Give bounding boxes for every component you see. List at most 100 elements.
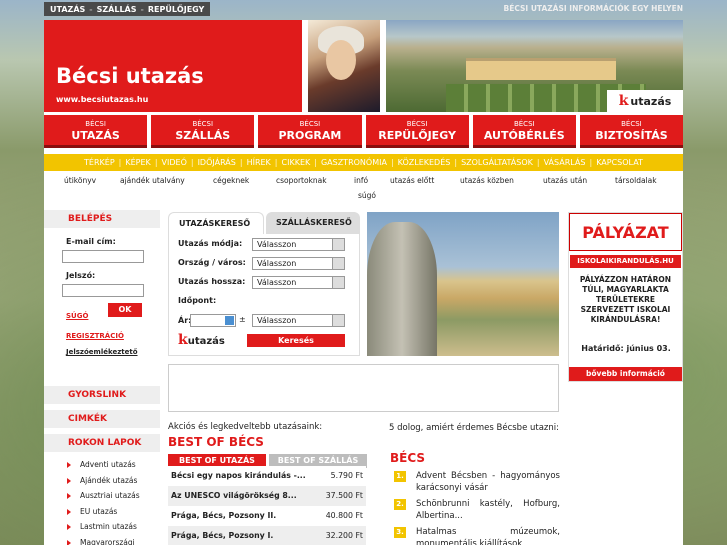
subnav-tarsoldalak[interactable]: társoldalak bbox=[615, 176, 657, 185]
site-logo[interactable]: Bécsi utazás www.becsiutazas.hu bbox=[44, 20, 302, 112]
list-item[interactable]: Adventi utazás bbox=[44, 457, 160, 473]
list-item[interactable]: Magyarországi utazás bbox=[44, 535, 160, 545]
cimkek-heading[interactable]: CIMKÉK bbox=[44, 410, 160, 428]
catnav-cikkek[interactable]: CIKKEK bbox=[278, 158, 315, 167]
email-label: E-mail cím: bbox=[66, 237, 116, 246]
catnav-szolgaltatasok[interactable]: SZOLGÁLTATÁSOK bbox=[457, 158, 537, 167]
list-item[interactable]: Ajándék utazás bbox=[44, 473, 160, 489]
mainnav-utazas[interactable]: BÉCSI UTAZÁS bbox=[44, 115, 148, 148]
register-link[interactable]: REGISZTRÁCIÓ bbox=[66, 332, 124, 340]
table-row[interactable]: Az UNESCO világörökség 8... 37.500 Ft bbox=[168, 486, 366, 506]
catnav-hirek[interactable]: HÍREK bbox=[243, 158, 275, 167]
login-box: E-mail cím: Jelszó: SÚGÓ OK REGISZTRÁCIÓ… bbox=[44, 228, 160, 380]
subnav-utazas-kozben[interactable]: utazás közben bbox=[460, 176, 514, 185]
left-sidebar: BELÉPÉS E-mail cím: Jelszó: SÚGÓ OK REGI… bbox=[44, 210, 160, 380]
list-item[interactable]: 1. Advent Bécsben - hagyományos karácsony… bbox=[380, 470, 560, 496]
table-row[interactable]: Bécsi egy napos kirándulás -... 5.790 Ft bbox=[168, 466, 366, 486]
topnav-sep: - bbox=[140, 4, 144, 14]
mainnav-label: PROGRAM bbox=[278, 129, 342, 142]
best-of-title: BEST OF BÉCS bbox=[168, 435, 264, 449]
vienna-palace-photo bbox=[367, 212, 559, 356]
list-item[interactable]: EU utazás bbox=[44, 504, 160, 520]
country-city-select[interactable]: Válasszon bbox=[252, 257, 345, 270]
competition-banner[interactable]: PÁLYÁZAT ISKOLAIKIRANDULÁS.HU PÁLYÁZZON … bbox=[568, 212, 683, 382]
related-pages-list: Adventi utazás Ajándék utazás Ausztriai … bbox=[44, 457, 160, 545]
tab-utazaskereso[interactable]: UTAZÁSKERESŐ bbox=[168, 212, 264, 234]
catnav-kapcsolat[interactable]: KAPCSOLAT bbox=[592, 158, 647, 167]
item-text: Advent Bécsben - hagyományos karácsonyi … bbox=[416, 471, 560, 493]
offer-name: Bécsi egy napos kirándulás -... bbox=[171, 471, 306, 480]
subnav-sugo[interactable]: súgó bbox=[358, 191, 376, 200]
banner-url: ISKOLAIKIRANDULÁS.HU bbox=[570, 255, 681, 268]
topnav-utazas[interactable]: UTAZÁS bbox=[50, 5, 85, 14]
catnav-vasarlas[interactable]: VÁSÁRLÁS bbox=[540, 158, 590, 167]
login-ok-button[interactable]: OK bbox=[108, 303, 142, 317]
subnav-cegeknek[interactable]: cégeknek bbox=[213, 176, 249, 185]
trip-length-select[interactable]: Válasszon bbox=[252, 276, 345, 289]
tab-szallaskereso[interactable]: SZÁLLÁSKERESŐ bbox=[266, 212, 360, 234]
list-item[interactable]: 3. Hatalmas múzeumok, monumentális kiállí… bbox=[380, 526, 560, 545]
catnav-terkep[interactable]: TÉRKÉP bbox=[80, 158, 119, 167]
mainnav-biztositas[interactable]: BÉCSI BIZTOSÍTÁS bbox=[579, 115, 684, 148]
ad-box bbox=[168, 364, 559, 412]
offer-price: 40.800 Ft bbox=[325, 511, 363, 520]
mainnav-label: AUTÓBÉRLÉS bbox=[483, 129, 565, 142]
catnav-kepek[interactable]: KÉPEK bbox=[121, 158, 154, 167]
mainnav-repulojegy[interactable]: BÉCSI REPÜLŐJEGY bbox=[365, 115, 469, 148]
catnav-kozlekedes[interactable]: KÖZLEKEDÉS bbox=[394, 158, 455, 167]
subnav-utikonyv[interactable]: útikönyv bbox=[64, 176, 96, 185]
mainnav-prefix: BÉCSI bbox=[85, 120, 106, 128]
help-link[interactable]: SÚGÓ bbox=[66, 312, 88, 320]
mainnav-label: UTAZÁS bbox=[71, 129, 120, 142]
subnav-csoportoknak[interactable]: csoportoknak bbox=[276, 176, 327, 185]
table-row[interactable]: Prága, Bécs, Pozsony II. 40.800 Ft bbox=[168, 506, 366, 526]
gyorslink-heading[interactable]: GYORSLINK bbox=[44, 386, 160, 404]
subnav-utazas-utan[interactable]: utazás után bbox=[543, 176, 587, 185]
topnav-repulojegy[interactable]: REPÜLŐJEGY bbox=[148, 5, 205, 14]
site-title: Bécsi utazás bbox=[56, 64, 204, 88]
rokon-lapok-heading[interactable]: ROKON LAPOK bbox=[44, 434, 160, 452]
topnav-szallas[interactable]: SZÁLLÁS bbox=[97, 5, 137, 14]
site-url: www.becsiutazas.hu bbox=[56, 95, 149, 104]
tagline: BÉCSI UTAZÁSI INFORMÁCIÓK EGY HELYEN bbox=[503, 4, 683, 13]
price-range-select[interactable]: Válasszon bbox=[252, 314, 345, 327]
mainnav-szallas[interactable]: BÉCSI SZÁLLÁS bbox=[151, 115, 255, 148]
travel-mode-select[interactable]: Válasszon bbox=[252, 238, 345, 251]
email-field[interactable] bbox=[62, 250, 144, 263]
plus-minus-sign: ± bbox=[239, 315, 246, 324]
mainnav-program[interactable]: BÉCSI PROGRAM bbox=[258, 115, 362, 148]
banner-more-button[interactable]: bővebb információ bbox=[569, 367, 682, 381]
banner-title: PÁLYÁZAT bbox=[569, 213, 682, 251]
list-item[interactable]: Lastmin utazás bbox=[44, 519, 160, 535]
mainnav-autoberles[interactable]: BÉCSI AUTÓBÉRLÉS bbox=[472, 115, 576, 148]
main-nav: BÉCSI UTAZÁS BÉCSI SZÁLLÁS BÉCSI PROGRAM BÉ… bbox=[44, 115, 684, 148]
travel-mode-label: Utazás módja: bbox=[178, 239, 243, 248]
catnav-video[interactable]: VIDEÓ bbox=[158, 158, 191, 167]
catnav-idojaras[interactable]: IDŐJÁRÁS bbox=[194, 158, 240, 167]
mozart-portrait bbox=[308, 20, 380, 112]
brand-logo[interactable]: k utazás bbox=[607, 90, 683, 112]
subnav-ajandek-utalvany[interactable]: ajándék utalvány bbox=[120, 176, 185, 185]
mainnav-label: BIZTOSÍTÁS bbox=[595, 129, 668, 142]
trip-search-panel: UTAZÁSKERESŐ SZÁLLÁSKERESŐ Utazás módja:… bbox=[168, 212, 360, 356]
five-reasons-intro: 5 dolog, amiért érdemes Bécsbe utazni: bbox=[389, 423, 560, 433]
top-nav: UTAZÁS - SZÁLLÁS - REPÜLŐJEGY bbox=[44, 2, 211, 16]
catnav-gasztronomia[interactable]: GASZTRONÓMIA bbox=[317, 158, 391, 167]
brand-name: utazás bbox=[187, 336, 225, 347]
item-number: 2. bbox=[394, 499, 406, 510]
list-item[interactable]: 2. Schönbrunni kastély, Hofburg, Albertin… bbox=[380, 498, 560, 524]
password-reminder-link[interactable]: Jelszóemlékeztető bbox=[66, 348, 138, 356]
table-row[interactable]: Prága, Bécs, Pozsony I. 32.200 Ft bbox=[168, 526, 366, 545]
banner-text: PÁLYÁZZON HATÁRON TÚLI, MAGYARLAKTA TERÜ… bbox=[579, 275, 672, 324]
subnav-info[interactable]: infó bbox=[354, 176, 368, 185]
list-item[interactable]: Ausztriai utazás bbox=[44, 488, 160, 504]
mainnav-prefix: BÉCSI bbox=[406, 120, 428, 128]
subnav-utazas-elott[interactable]: utazás előtt bbox=[390, 176, 434, 185]
calendar-icon[interactable] bbox=[225, 316, 234, 325]
date-label: Időpont: bbox=[178, 296, 217, 305]
schonbrunn-photo: k utazás bbox=[386, 20, 683, 112]
country-city-label: Ország / város: bbox=[178, 258, 246, 267]
mainnav-prefix: BÉCSI bbox=[299, 120, 321, 128]
search-button[interactable]: Keresés bbox=[247, 334, 345, 347]
password-field[interactable] bbox=[62, 284, 144, 297]
